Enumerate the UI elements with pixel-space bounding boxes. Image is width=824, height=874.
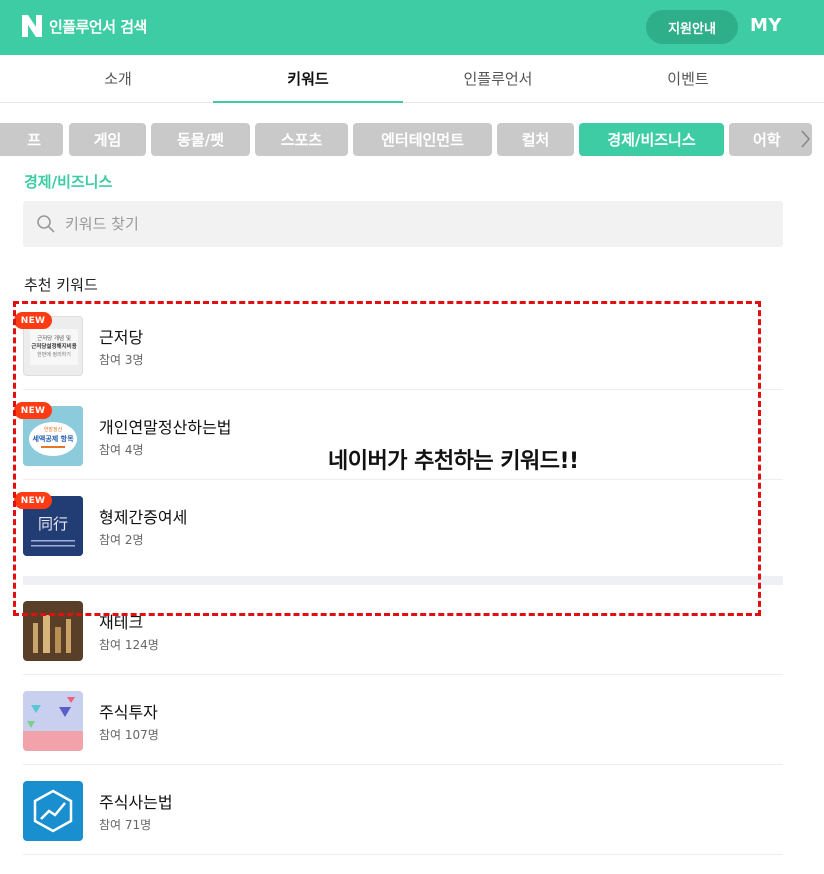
my-button[interactable]: MY	[750, 15, 782, 36]
keyword-thumbnail	[23, 691, 83, 751]
list-item[interactable]: 재테크 참여 124명	[23, 585, 783, 675]
category-chip-game[interactable]: 게임	[69, 123, 146, 156]
thumb-text: 연말정산	[44, 426, 63, 433]
keyword-name: 형제간증여세	[99, 508, 188, 527]
thumb-text: 근저당설정해지비용	[31, 342, 77, 350]
keyword-thumbnail	[23, 781, 83, 841]
thumb-text: 세액공제 항목	[32, 434, 74, 443]
list-item[interactable]: 근저당 개념 및 근저당설정해지비용 한번에 정리하기 NEW 근저당 참여 3…	[14, 300, 783, 390]
new-badge: NEW	[14, 312, 52, 329]
chevron-right-icon[interactable]	[798, 126, 812, 152]
list-item[interactable]: 주식사는법 참여 71명	[23, 765, 783, 855]
current-category-label: 경제/비즈니스	[24, 173, 113, 191]
keyword-search-box	[23, 201, 783, 247]
participant-count: 참여 3명	[99, 353, 144, 367]
main-tabs: 소개 키워드 인플루언서 이벤트	[0, 55, 824, 103]
participant-count: 참여 4명	[99, 443, 144, 457]
list-item[interactable]: 同行 NEW 형제간증여세 참여 2명	[14, 480, 783, 570]
keyword-name: 주식투자	[99, 703, 158, 722]
keyword-thumbnail	[23, 601, 83, 661]
top-header: 인플루언서 검색 지원안내 MY	[0, 0, 824, 55]
thumb-text: 근저당 개념 및	[37, 334, 71, 342]
new-badge: NEW	[14, 402, 52, 419]
tab-intro[interactable]: 소개	[23, 55, 213, 102]
category-chip-row: 프 게임 동물/펫 스포츠 엔터테인먼트 컬처 경제/비즈니스 어학	[0, 122, 824, 158]
list-item[interactable]: 주식투자 참여 107명	[23, 675, 783, 765]
support-button[interactable]: 지원안내	[646, 10, 738, 44]
participant-count: 참여 124명	[99, 638, 159, 652]
tab-keyword[interactable]: 키워드	[213, 55, 403, 103]
category-chip-pet[interactable]: 동물/펫	[151, 123, 250, 156]
keyword-search-input[interactable]	[65, 201, 765, 247]
category-chip-economy[interactable]: 경제/비즈니스	[579, 123, 724, 156]
participant-count: 참여 71명	[99, 818, 152, 832]
recommended-section-title: 추천 키워드	[24, 276, 98, 294]
tab-influencer[interactable]: 인플루언서	[403, 55, 593, 102]
keyword-name: 근저당	[99, 328, 144, 347]
tab-event[interactable]: 이벤트	[593, 55, 783, 102]
app-title: 인플루언서 검색	[49, 18, 147, 36]
keyword-name: 주식사는법	[99, 793, 173, 812]
section-divider	[23, 576, 783, 585]
category-chip-culture[interactable]: 컬처	[497, 123, 574, 156]
naver-logo-icon[interactable]	[22, 15, 42, 37]
category-chip-entertainment[interactable]: 엔터테인먼트	[353, 123, 492, 156]
category-chip-sports[interactable]: 스포츠	[255, 123, 348, 156]
annotation-text: 네이버가 추천하는 키워드!!	[328, 449, 579, 474]
participant-count: 참여 107명	[99, 728, 159, 742]
keyword-name: 재테크	[99, 613, 144, 632]
category-chip-partial[interactable]: 프	[0, 123, 63, 156]
thumb-text: 同行	[38, 515, 68, 533]
keyword-name: 개인연말정산하는법	[99, 418, 232, 437]
new-badge: NEW	[14, 492, 52, 509]
thumb-text: 한번에 정리하기	[37, 351, 71, 358]
participant-count: 참여 2명	[99, 533, 144, 547]
search-icon	[37, 215, 55, 233]
